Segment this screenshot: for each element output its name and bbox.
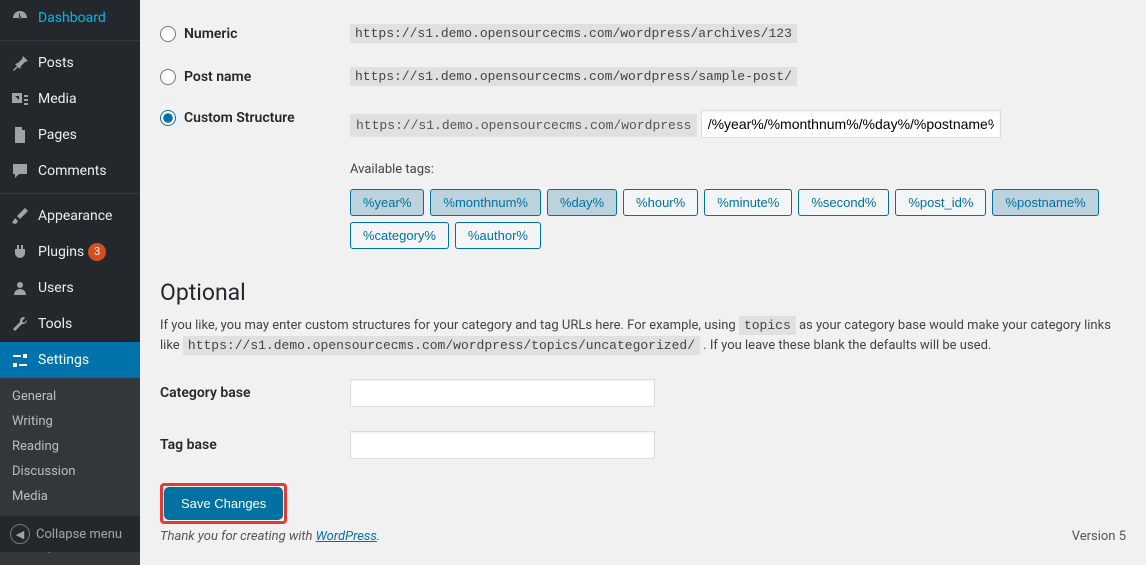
radio-postname[interactable] [160,69,176,85]
sidebar-item-tools[interactable]: Tools [0,306,140,342]
plug-icon [10,242,30,262]
tags-row: %year%%monthnum%%day%%hour%%minute%%seco… [350,189,1126,249]
category-base-input[interactable] [350,379,655,407]
collapse-menu-button[interactable]: ◀Collapse menu [0,515,140,552]
dashboard-icon [10,8,30,28]
highlight-box: Save Changes [160,483,287,524]
pin-icon [10,53,30,73]
url-example-postname: https://s1.demo.opensourcecms.com/wordpr… [350,67,797,86]
optional-description: If you like, you may enter custom struct… [160,316,1126,355]
tag-day[interactable]: %day% [547,189,617,216]
admin-footer: Thank you for creating with WordPress. V… [160,529,1126,544]
save-button[interactable]: Save Changes [166,489,281,518]
code-topics: topics [739,316,796,335]
version-text: Version 5 [1072,529,1126,544]
sidebar-item-settings[interactable]: Settings [0,342,140,378]
users-icon [10,278,30,298]
radio-label: Numeric [184,26,237,42]
sidebar-item-pages[interactable]: Pages [0,117,140,153]
radio-label: Custom Structure [184,110,295,126]
tag-year[interactable]: %year% [350,189,424,216]
admin-sidebar: Dashboard Posts Media Pages Comments App… [0,0,140,552]
submenu-media[interactable]: Media [0,484,140,509]
page-icon [10,125,30,145]
radio-label: Post name [184,69,251,85]
tag-minute[interactable]: %minute% [704,189,792,216]
main-content: Numeric https://s1.demo.opensourcecms.co… [140,0,1146,552]
code-url: https://s1.demo.opensourcecms.com/wordpr… [183,336,700,355]
sidebar-item-plugins[interactable]: Plugins3 [0,234,140,270]
sidebar-item-posts[interactable]: Posts [0,45,140,81]
tag-hour[interactable]: %hour% [623,189,698,216]
permalink-row-numeric: Numeric https://s1.demo.opensourcecms.co… [160,24,1126,43]
tag-monthnum[interactable]: %monthnum% [430,189,541,216]
sidebar-item-appearance[interactable]: Appearance [0,198,140,234]
url-prefix: https://s1.demo.opensourcecms.com/wordpr… [350,114,697,137]
sidebar-item-comments[interactable]: Comments [0,153,140,189]
media-icon [10,89,30,109]
optional-heading: Optional [160,279,1126,306]
category-base-label: Category base [160,385,350,401]
submenu-discussion[interactable]: Discussion [0,459,140,484]
tag-base-input[interactable] [350,431,655,459]
tag-author[interactable]: %author% [455,222,541,249]
custom-structure-input[interactable] [701,110,1001,138]
brush-icon [10,206,30,226]
sidebar-item-users[interactable]: Users [0,270,140,306]
permalink-row-postname: Post name https://s1.demo.opensourcecms.… [160,67,1126,86]
tag-base-label: Tag base [160,437,350,453]
wrench-icon [10,314,30,334]
tag-base-row: Tag base [160,431,1126,459]
category-base-row: Category base [160,379,1126,407]
submenu-writing[interactable]: Writing [0,409,140,434]
available-tags-label: Available tags: [350,162,1126,177]
submenu-general[interactable]: General [0,384,140,409]
update-badge: 3 [88,243,106,261]
tag-category[interactable]: %category% [350,222,449,249]
submenu-reading[interactable]: Reading [0,434,140,459]
tag-postname[interactable]: %postname% [992,189,1098,216]
tag-second[interactable]: %second% [798,189,889,216]
radio-numeric[interactable] [160,26,176,42]
sidebar-item-media[interactable]: Media [0,81,140,117]
collapse-icon: ◀ [10,524,30,544]
sliders-icon [10,350,30,370]
wordpress-link[interactable]: WordPress [316,529,377,544]
radio-custom[interactable] [160,110,176,126]
permalink-row-custom: Custom Structure https://s1.demo.opensou… [160,110,1126,138]
sidebar-item-dashboard[interactable]: Dashboard [0,0,140,36]
tag-post_id[interactable]: %post_id% [895,189,986,216]
url-example-numeric: https://s1.demo.opensourcecms.com/wordpr… [350,24,797,43]
comment-icon [10,161,30,181]
